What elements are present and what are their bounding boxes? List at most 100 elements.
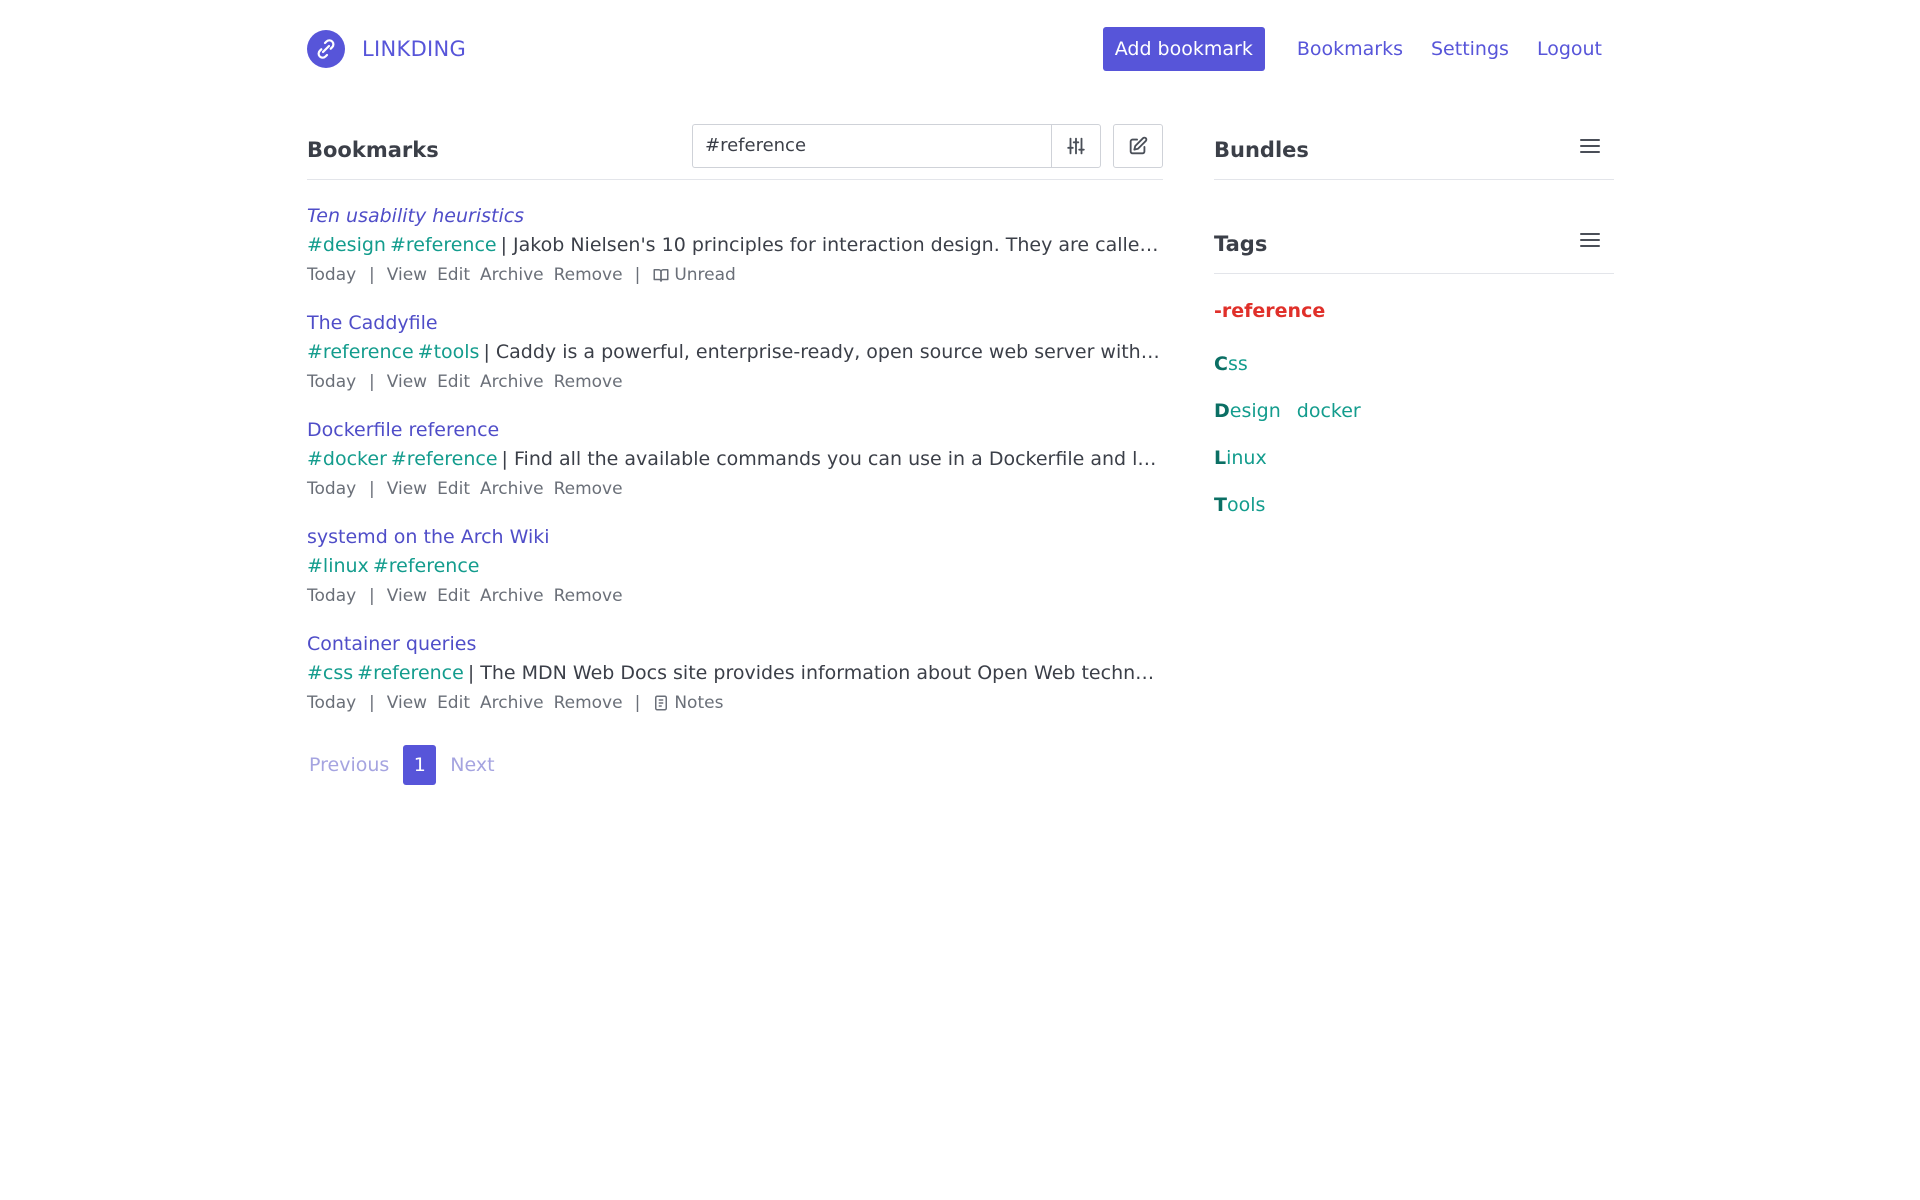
bookmark-description-row: #reference #tools | Caddy is a powerful, e… bbox=[307, 337, 1163, 367]
bookmark-tag-link[interactable]: #docker bbox=[307, 448, 387, 470]
archive-link[interactable]: Archive bbox=[480, 474, 544, 504]
view-link[interactable]: View bbox=[387, 474, 427, 504]
tags-menu-button[interactable] bbox=[1574, 224, 1606, 256]
separator: | bbox=[358, 265, 375, 285]
remove-link[interactable]: Remove bbox=[554, 581, 623, 611]
pencil-square-icon bbox=[1129, 136, 1148, 154]
pagination-next[interactable]: Next bbox=[448, 754, 506, 776]
archive-link[interactable]: Archive bbox=[480, 367, 544, 397]
separator: | bbox=[358, 372, 375, 392]
tag-rest: esign bbox=[1229, 399, 1281, 422]
tag-group: Css bbox=[1214, 340, 1614, 387]
pagination: Previous 1 Next bbox=[307, 745, 1163, 785]
bulk-edit-button[interactable] bbox=[1113, 123, 1163, 168]
brand-link[interactable]: LINKDING bbox=[307, 30, 466, 68]
bookmark-tag-link[interactable]: #css bbox=[307, 662, 353, 684]
search-options-button[interactable] bbox=[1051, 123, 1101, 168]
tag-initial: T bbox=[1214, 493, 1227, 516]
bookmark-title-link[interactable]: Dockerfile reference bbox=[307, 416, 1163, 444]
tag-link-docker[interactable]: docker bbox=[1297, 400, 1361, 422]
archive-link[interactable]: Archive bbox=[480, 260, 544, 290]
bundles-header: Bundles bbox=[1214, 120, 1614, 180]
edit-link[interactable]: Edit bbox=[437, 688, 470, 718]
edit-link[interactable]: Edit bbox=[437, 474, 470, 504]
bookmark-tag-link[interactable]: #reference bbox=[373, 555, 480, 577]
bookmark-date: Today bbox=[307, 265, 357, 285]
remove-link[interactable]: Remove bbox=[554, 367, 623, 397]
page-title: Bookmarks bbox=[307, 137, 439, 162]
nav-settings-link[interactable]: Settings bbox=[1419, 38, 1521, 60]
tag-rest: ss bbox=[1227, 352, 1248, 375]
bookmark-title-link[interactable]: Ten usability heuristics bbox=[307, 202, 1163, 230]
edit-link[interactable]: Edit bbox=[437, 260, 470, 290]
view-link[interactable]: View bbox=[387, 260, 427, 290]
separator: | bbox=[358, 479, 375, 499]
mark-read-link[interactable]: Unread bbox=[652, 260, 736, 290]
view-link[interactable]: View bbox=[387, 581, 427, 611]
bookmark-tag-link[interactable]: #linux bbox=[307, 555, 369, 577]
bookmark-actions: Today | View Edit Archive Remove | Notes bbox=[307, 688, 1163, 718]
search-input[interactable] bbox=[692, 123, 1051, 168]
notes-icon bbox=[655, 695, 668, 711]
view-link[interactable]: View bbox=[387, 688, 427, 718]
nav-logout-link[interactable]: Logout bbox=[1525, 38, 1614, 60]
bookmark-actions: Today | View Edit Archive Remove bbox=[307, 581, 1163, 611]
tag-link-css[interactable]: Css bbox=[1214, 353, 1248, 375]
bookmark-list: Ten usability heuristics #design #referen… bbox=[307, 202, 1163, 737]
bookmark-date: Today bbox=[307, 479, 357, 499]
notes-label: Notes bbox=[674, 693, 724, 713]
bookmark-tag-link[interactable]: #reference bbox=[357, 662, 464, 684]
tag-rest: inux bbox=[1226, 446, 1267, 469]
bundles-title: Bundles bbox=[1214, 137, 1309, 162]
bookmarks-section: Bookmarks Ten usabil bbox=[307, 120, 1163, 785]
bookmark-item: Dockerfile reference #docker #reference | … bbox=[307, 416, 1163, 523]
edit-link[interactable]: Edit bbox=[437, 581, 470, 611]
bookmark-item: Ten usability heuristics #design #referen… bbox=[307, 202, 1163, 309]
archive-link[interactable]: Archive bbox=[480, 688, 544, 718]
bookmark-tag-link[interactable]: #reference bbox=[307, 341, 414, 363]
sidebar: Bundles Tags -reference Css Design docke… bbox=[1214, 120, 1614, 528]
bookmark-title-link[interactable]: The Caddyfile bbox=[307, 309, 1163, 337]
remove-link[interactable]: Remove bbox=[554, 474, 623, 504]
tag-initial: L bbox=[1214, 446, 1227, 469]
pagination-current-page[interactable]: 1 bbox=[403, 745, 437, 785]
bookmark-tag-link[interactable]: #reference bbox=[390, 234, 497, 256]
bookmark-item: Container queries #css #reference | The MD… bbox=[307, 630, 1163, 737]
bookmark-description-row: #css #reference | The MDN Web Docs site pr… bbox=[307, 658, 1163, 688]
separator: | bbox=[634, 693, 641, 713]
tag-link-linux[interactable]: Linux bbox=[1214, 447, 1267, 469]
remove-link[interactable]: Remove bbox=[554, 688, 623, 718]
tag-link-tools[interactable]: Tools bbox=[1214, 494, 1265, 516]
bookmark-tag-link[interactable]: #reference bbox=[391, 448, 498, 470]
bookmark-description-row: #docker #reference | Find all the availabl… bbox=[307, 444, 1163, 474]
view-link[interactable]: View bbox=[387, 367, 427, 397]
bookmark-item: systemd on the Arch Wiki #linux #referenc… bbox=[307, 523, 1163, 630]
sliders-icon bbox=[1067, 137, 1085, 154]
bookmark-description: | The MDN Web Docs site provides informa… bbox=[467, 662, 1163, 684]
bookmark-date: Today bbox=[307, 693, 357, 713]
bookmark-tag-link[interactable]: #tools bbox=[418, 341, 480, 363]
bookmark-title-link[interactable]: systemd on the Arch Wiki bbox=[307, 523, 1163, 551]
edit-link[interactable]: Edit bbox=[437, 367, 470, 397]
archive-link[interactable]: Archive bbox=[480, 581, 544, 611]
bundles-menu-button[interactable] bbox=[1574, 130, 1606, 162]
bookmark-title-link[interactable]: Container queries bbox=[307, 630, 1163, 658]
notes-toggle-link[interactable]: Notes bbox=[652, 688, 723, 718]
tag-link-design[interactable]: Design bbox=[1214, 400, 1281, 422]
tag-group: Design docker bbox=[1214, 387, 1614, 434]
pagination-previous[interactable]: Previous bbox=[307, 754, 401, 776]
tag-rest: ools bbox=[1226, 493, 1266, 516]
bookmark-tag-link[interactable]: #design bbox=[307, 234, 386, 256]
remove-link[interactable]: Remove bbox=[554, 260, 623, 290]
linkding-logo-icon bbox=[307, 30, 345, 68]
tags-title: Tags bbox=[1214, 231, 1268, 256]
nav-bookmarks-link[interactable]: Bookmarks bbox=[1285, 38, 1415, 60]
add-bookmark-button[interactable]: Add bookmark bbox=[1102, 27, 1265, 71]
selected-tag-remove-link[interactable]: -reference bbox=[1214, 300, 1614, 322]
tags-section: Tags -reference Css Design docker Linux … bbox=[1214, 214, 1614, 528]
bookmark-description-row: #linux #reference bbox=[307, 551, 1163, 581]
tags-header: Tags bbox=[1214, 214, 1614, 274]
bookmark-description: | Find all the available commands you ca… bbox=[501, 448, 1163, 470]
bookmark-date: Today bbox=[307, 372, 357, 392]
header: LINKDING Add bookmark Bookmarks Settings… bbox=[307, 27, 1614, 71]
